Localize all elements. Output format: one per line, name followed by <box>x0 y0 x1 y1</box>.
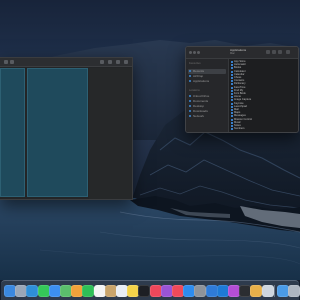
content-pane-right[interactable] <box>89 68 132 199</box>
sidebar-item-icon <box>189 110 191 112</box>
dock <box>1 280 300 300</box>
app-window-left[interactable] <box>0 57 133 200</box>
music-icon[interactable] <box>149 285 162 297</box>
tag-icon[interactable] <box>278 50 282 54</box>
finder-icon[interactable] <box>4 285 16 297</box>
file-list[interactable]: App Store Automator Books Calculator Calenda… <box>229 59 298 132</box>
tv-icon[interactable] <box>138 285 151 297</box>
sidebar-item-icon <box>189 75 191 77</box>
launchpad-icon[interactable] <box>15 285 28 297</box>
reminders-icon[interactable] <box>116 285 128 297</box>
sidebar-item-desktop[interactable]: Desktop <box>193 105 204 108</box>
toolbar-button[interactable] <box>108 60 112 64</box>
toolbar-button[interactable] <box>124 60 128 64</box>
sidebar-item-airdrop[interactable]: AirDrop <box>193 75 203 78</box>
sidebar-item-icon <box>189 80 191 82</box>
sidebar-item-icon <box>189 100 191 102</box>
sidebar-item-documents[interactable]: Documents <box>193 100 208 103</box>
xcode-icon[interactable] <box>205 285 218 297</box>
podcasts-icon[interactable] <box>160 285 173 297</box>
window-subtitle: Mac <box>230 52 235 55</box>
maps-icon[interactable] <box>60 285 72 297</box>
trash-icon[interactable] <box>288 285 300 297</box>
desktop[interactable]: Applications Mac Favourites Recents AirD… <box>0 0 300 300</box>
search-icon[interactable] <box>286 50 290 54</box>
finder-window[interactable]: Applications Mac Favourites Recents AirD… <box>185 46 299 133</box>
content-pane-middle[interactable] <box>27 68 88 197</box>
facetime-icon[interactable] <box>82 285 95 297</box>
sidebar-item-recents[interactable]: Recents <box>193 70 204 73</box>
terminal-icon[interactable] <box>239 285 252 297</box>
calendar-icon[interactable] <box>93 285 106 297</box>
finder-titlebar[interactable]: Applications Mac <box>186 47 298 59</box>
window-titlebar[interactable] <box>0 58 132 67</box>
toolbar-button[interactable] <box>116 60 120 64</box>
close-button[interactable] <box>189 51 192 54</box>
contacts-icon[interactable] <box>104 285 117 297</box>
notes-icon[interactable] <box>127 285 140 297</box>
sidebar-section-locations: Locations <box>189 89 200 92</box>
toolbar-button[interactable] <box>10 60 14 64</box>
minimize-button[interactable] <box>193 51 196 54</box>
sidebar-item-downloads[interactable]: Downloads <box>193 110 208 113</box>
file-name: Numbers <box>234 127 245 131</box>
view-options-icon[interactable] <box>266 50 270 54</box>
sidebar-item-icon <box>189 115 191 117</box>
news-icon[interactable] <box>172 285 184 297</box>
sidebar-item-icon <box>189 95 191 97</box>
sidebar-item-icon <box>189 105 191 107</box>
toolbar-button[interactable] <box>100 60 104 64</box>
safari-icon[interactable] <box>26 285 39 297</box>
dock-separator <box>273 285 275 297</box>
archive-icon[interactable] <box>250 285 263 297</box>
content-pane-left[interactable] <box>0 68 25 197</box>
app-file-icon <box>231 128 233 131</box>
downloads-folder-icon[interactable] <box>276 285 289 297</box>
screen-sharing-icon[interactable] <box>228 285 240 297</box>
sidebar-item-icloud[interactable]: iCloud Drive <box>193 95 209 98</box>
zoom-button[interactable] <box>197 51 200 54</box>
sidebar-item-icon <box>189 70 191 72</box>
sidebar-item-network[interactable]: Network <box>193 115 204 118</box>
app-store-icon[interactable] <box>183 285 196 297</box>
share-icon[interactable] <box>272 50 276 54</box>
sidebar-item-applications[interactable]: Applications <box>193 80 209 83</box>
mail-icon[interactable] <box>48 285 61 297</box>
code-editor-icon[interactable] <box>216 285 229 297</box>
file-list-item[interactable]: Numbers <box>229 127 298 131</box>
sidebar-section-favourites: Favourites <box>189 62 201 65</box>
system-preferences-icon[interactable] <box>194 285 207 297</box>
photos-icon[interactable] <box>71 285 84 297</box>
finder-sidebar: Favourites Recents AirDrop Applications … <box>186 59 229 132</box>
messages-icon[interactable] <box>37 285 50 297</box>
toolbar-button[interactable] <box>4 60 8 64</box>
preview-icon[interactable] <box>261 285 274 297</box>
